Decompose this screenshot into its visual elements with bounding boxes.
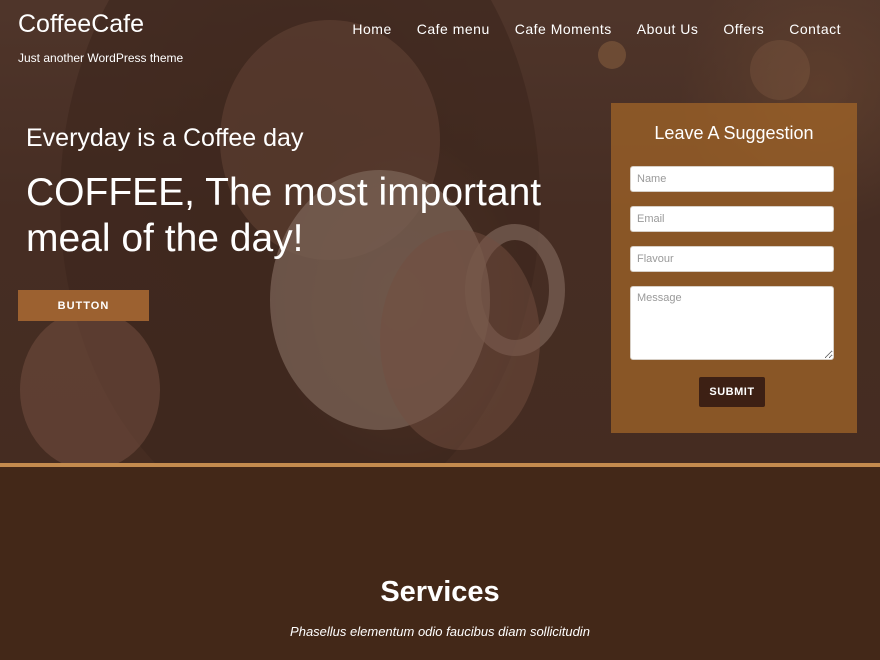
name-field[interactable] xyxy=(630,166,834,192)
nav-item-about-us[interactable]: About Us xyxy=(637,21,699,37)
hero-subtitle: Everyday is a Coffee day xyxy=(26,124,304,152)
hero-button[interactable]: BUTTON xyxy=(18,290,149,321)
submit-button[interactable]: SUBMIT xyxy=(699,377,765,407)
nav-item-cafe-moments[interactable]: Cafe Moments xyxy=(515,21,612,37)
email-field[interactable] xyxy=(630,206,834,232)
services-title: Services xyxy=(380,576,500,608)
flavour-field[interactable] xyxy=(630,246,834,272)
main-navigation: Home Cafe menu Cafe Moments About Us Off… xyxy=(327,21,841,37)
nav-item-cafe-menu[interactable]: Cafe menu xyxy=(417,21,490,37)
hero-divider xyxy=(0,463,880,467)
hero-section: CoffeeCafe Just another WordPress theme … xyxy=(0,0,880,465)
nav-item-offers[interactable]: Offers xyxy=(723,21,764,37)
services-subtitle: Phasellus elementum odio faucibus diam s… xyxy=(290,624,590,639)
nav-item-contact[interactable]: Contact xyxy=(789,21,841,37)
site-title[interactable]: CoffeeCafe xyxy=(18,10,144,39)
site-tagline: Just another WordPress theme xyxy=(18,51,184,65)
message-field[interactable] xyxy=(630,286,834,360)
nav-item-home[interactable]: Home xyxy=(352,21,391,37)
suggestion-form-title: Leave A Suggestion xyxy=(654,123,814,143)
suggestion-form: Leave A Suggestion SUBMIT xyxy=(611,103,857,433)
hero-title: COFFEE, The most important meal of the d… xyxy=(26,171,542,260)
